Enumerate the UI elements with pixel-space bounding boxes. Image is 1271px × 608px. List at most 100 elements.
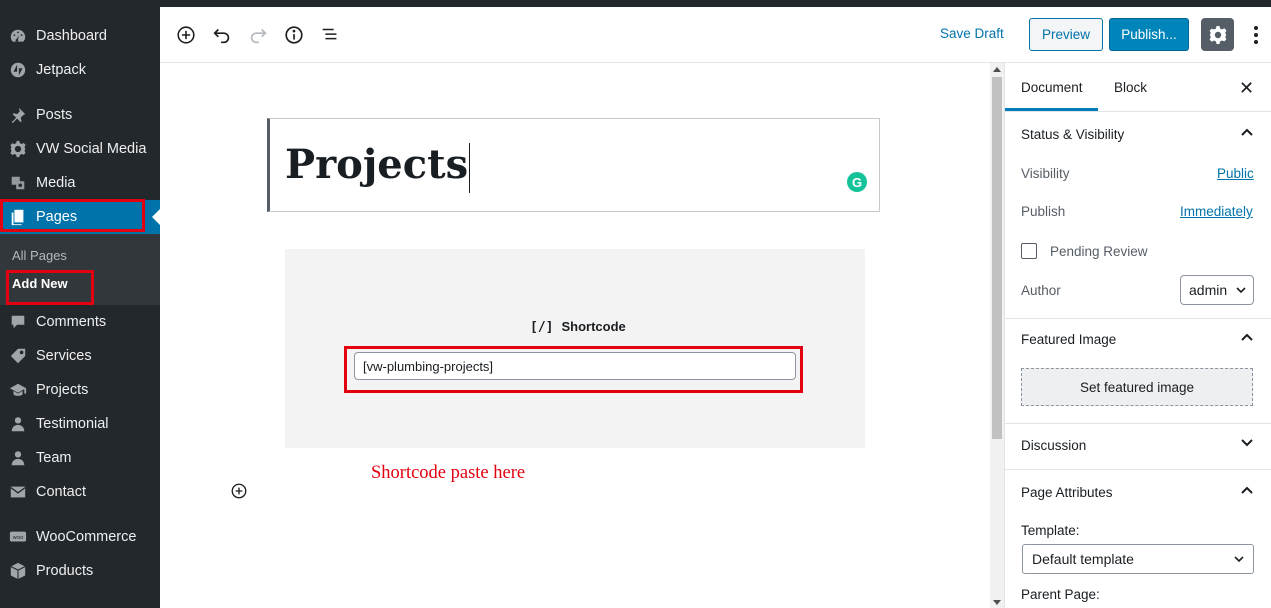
visibility-label: Visibility <box>1021 166 1070 181</box>
sidebar-item-team[interactable]: Team <box>0 441 160 475</box>
gear-icon <box>0 140 36 158</box>
redo-icon[interactable] <box>246 23 270 47</box>
shortcode-block[interactable]: [/] Shortcode <box>285 249 865 448</box>
sidebar-item-services[interactable]: Services <box>0 339 160 373</box>
scroll-down-icon[interactable] <box>993 600 1001 605</box>
submenu-add-new[interactable]: Add New <box>12 276 68 291</box>
chevron-up-icon <box>1241 128 1253 136</box>
tab-document[interactable]: Document <box>1021 80 1083 95</box>
scroll-thumb[interactable] <box>992 77 1002 439</box>
tab-block[interactable]: Block <box>1114 80 1147 95</box>
sidebar-item-posts[interactable]: Posts <box>0 98 160 132</box>
sidebar-item-pages[interactable]: Pages <box>0 200 160 234</box>
visibility-link[interactable]: Public <box>1217 166 1254 181</box>
editor-toolbar: Save Draft Preview Publish... <box>160 7 1271 63</box>
tag-icon <box>0 347 36 365</box>
sidebar-item-testimonial[interactable]: Testimonial <box>0 407 160 441</box>
more-options-button[interactable] <box>1248 21 1264 49</box>
grammarly-icon[interactable]: G <box>847 172 867 192</box>
svg-text:woo: woo <box>13 535 24 541</box>
sidebar-item-label: Projects <box>36 382 89 398</box>
post-title-text: Projects <box>285 141 469 188</box>
section-title: Discussion <box>1021 438 1087 453</box>
publish-label: Publish <box>1021 204 1066 219</box>
chevron-down-icon <box>1234 556 1244 563</box>
dashboard-icon <box>0 27 36 45</box>
annotation-text: Shortcode paste here <box>371 463 526 483</box>
sidebar-item-jetpack[interactable]: Jetpack <box>0 53 160 87</box>
undo-icon[interactable] <box>210 23 234 47</box>
close-icon[interactable]: ✕ <box>1239 78 1254 99</box>
shortcode-icon: [/] <box>530 320 554 335</box>
editor-scrollbar[interactable] <box>990 63 1004 608</box>
sidebar-item-label: Contact <box>36 484 86 500</box>
woo-icon: woo <box>0 528 36 546</box>
sidebar-item-label: Comments <box>36 314 107 330</box>
sidebar-item-label: Dashboard <box>36 28 107 44</box>
comment-icon <box>0 313 36 331</box>
add-block-icon[interactable] <box>174 23 198 47</box>
set-featured-image-button[interactable]: Set featured image <box>1021 368 1253 406</box>
admin-sidebar: Dashboard Jetpack Posts VW Social Media … <box>0 0 160 608</box>
sidebar-item-dashboard[interactable]: Dashboard <box>0 19 160 53</box>
editor-canvas: Projects G [/] Shortcode Shortcode paste … <box>160 63 990 608</box>
author-label: Author <box>1021 283 1061 298</box>
section-discussion[interactable]: Discussion <box>1005 423 1271 469</box>
publish-date-link[interactable]: Immediately <box>1180 204 1253 219</box>
preview-button[interactable]: Preview <box>1029 18 1103 51</box>
jetpack-icon <box>0 61 36 79</box>
sidebar-item-media[interactable]: Media <box>0 166 160 200</box>
pages-submenu: All Pages Add New <box>0 234 160 305</box>
section-page-attributes[interactable]: Page Attributes <box>1005 470 1271 516</box>
publish-button[interactable]: Publish... <box>1109 18 1189 51</box>
media-icon <box>0 174 36 192</box>
sidebar-item-label: Pages <box>36 209 78 225</box>
template-select[interactable]: Default template <box>1022 544 1254 574</box>
pending-review-checkbox[interactable] <box>1021 243 1037 259</box>
chevron-down-icon <box>1241 439 1253 447</box>
section-title: Status & Visibility <box>1021 127 1125 142</box>
chevron-up-icon <box>1241 486 1253 494</box>
author-select[interactable]: admin <box>1180 275 1254 305</box>
section-status-visibility[interactable]: Status & Visibility <box>1005 112 1271 158</box>
mail-icon <box>0 483 36 501</box>
save-draft-button[interactable]: Save Draft <box>940 26 1004 41</box>
sidebar-item-label: Testimonial <box>36 416 109 432</box>
text-caret <box>469 143 471 193</box>
template-value: Default template <box>1032 551 1134 567</box>
sidebar-item-projects[interactable]: Projects <box>0 373 160 407</box>
section-featured-image[interactable]: Featured Image <box>1005 317 1271 363</box>
sidebar-item-vw-social-media[interactable]: VW Social Media <box>0 132 160 166</box>
add-block-inline-icon[interactable] <box>230 482 248 500</box>
scroll-up-icon[interactable] <box>993 67 1001 72</box>
settings-button[interactable] <box>1201 18 1234 51</box>
chevron-up-icon <box>1241 333 1253 341</box>
sidebar-item-products[interactable]: Products <box>0 554 160 588</box>
sidebar-item-woocommerce[interactable]: woo WooCommerce <box>0 520 160 554</box>
admin-bar <box>0 0 1271 7</box>
pages-icon <box>0 208 36 226</box>
sidebar-item-contact[interactable]: Contact <box>0 475 160 509</box>
section-title: Featured Image <box>1021 332 1117 347</box>
graduation-icon <box>0 381 36 399</box>
sidebar-item-label: Posts <box>36 107 73 123</box>
sidebar-item-comments[interactable]: Comments <box>0 305 160 339</box>
shortcode-label: [/] Shortcode <box>530 319 626 335</box>
sidebar-item-label: WooCommerce <box>36 529 137 545</box>
template-label: Template: <box>1021 523 1080 538</box>
shortcode-input[interactable] <box>354 352 796 380</box>
author-value: admin <box>1189 282 1228 298</box>
block-navigation-icon[interactable] <box>318 23 342 47</box>
info-icon[interactable] <box>282 23 306 47</box>
post-title[interactable]: Projects <box>285 141 471 193</box>
sidebar-item-label: VW Social Media <box>36 141 147 157</box>
pin-icon <box>0 106 36 124</box>
sidebar-item-label: Media <box>36 175 76 191</box>
sidebar-item-label: Products <box>36 563 94 579</box>
submenu-all-pages[interactable]: All Pages <box>12 248 67 263</box>
box-icon <box>0 562 36 580</box>
panel-tabs: Document Block ✕ <box>1005 63 1271 112</box>
post-title-block[interactable]: Projects G <box>267 118 880 212</box>
section-title: Page Attributes <box>1021 485 1113 500</box>
active-tab-indicator <box>1005 108 1098 111</box>
